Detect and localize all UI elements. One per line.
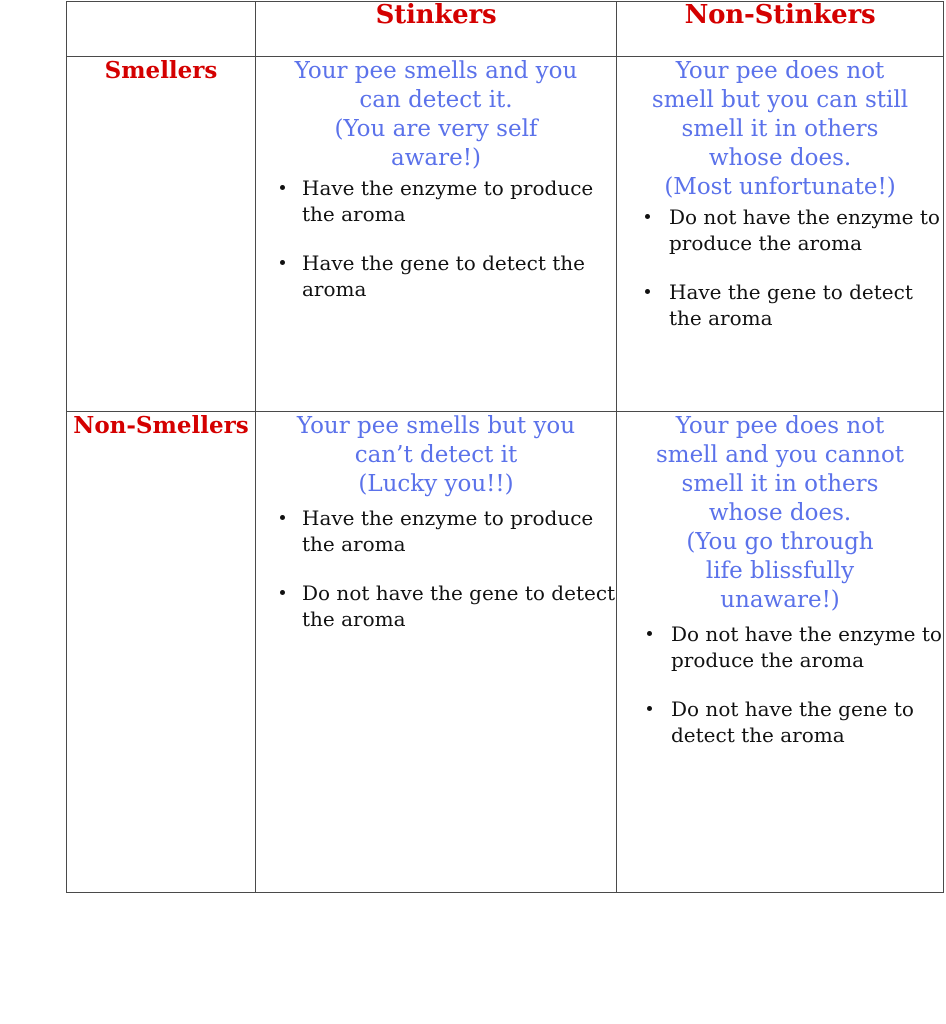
summary-line: aware!) [391,144,481,171]
summary-line: can’t detect it [354,441,518,468]
summary-line: smell it in others [681,115,879,142]
summary-line: unaware!) [720,586,840,613]
table-row-non-smellers: Non-Smellers Your pee smells but you can… [66,411,944,893]
bullet-dot-icon [645,289,650,295]
table-header-row: Stinkers Non-Stinkers [66,1,944,57]
row-header-smellers: Smellers [66,56,256,412]
summary-line: Your pee does not [675,413,885,439]
list-item: Do not have the enzyme to produce the ar… [617,204,943,257]
list-item-label: Do not have the enzyme to produce the ar… [671,621,942,673]
bullet-dot-icon [280,185,285,191]
table-corner-cell [66,1,256,57]
summary-line: smell but you can still [651,86,909,113]
page-root: Stinkers Non-Stinkers Smellers Your pee … [0,0,946,1024]
list-item-label: Have the gene to detect the aroma [669,279,913,331]
bullet-dot-icon [645,214,650,220]
summary-line: Your pee does not [675,58,885,84]
cell-bullet-list: Do not have the enzyme to produce the ar… [617,204,943,332]
list-item: Have the enzyme to produce the aroma [256,175,616,228]
summary-line: can detect it. [359,86,513,113]
summary-line: Your pee smells and you [294,58,578,84]
column-header-non-stinkers: Non-Stinkers [616,1,944,57]
list-item: Have the gene to detect the aroma [617,279,943,332]
cell-non-smellers-non-stinkers: Your pee does not smell and you cannot s… [616,411,944,893]
row-header-non-smellers: Non-Smellers [66,411,256,893]
cell-bullet-list: Have the enzyme to produce the aroma Do … [256,505,616,633]
list-item-label: Have the enzyme to produce the aroma [302,175,594,227]
table-row-smellers: Smellers Your pee smells and you can det… [66,56,944,412]
cell-summary: Your pee smells and you can detect it. (… [256,57,616,173]
list-item: Do not have the enzyme to produce the ar… [617,621,943,674]
cell-bullet-list: Have the enzyme to produce the aroma Hav… [256,175,616,303]
summary-line: whose does. [708,144,852,171]
list-item-label: Do not have the gene to detect the aroma [302,580,616,632]
list-item-label: Do not have the enzyme to produce the ar… [669,204,940,256]
summary-line: (You go through [686,528,874,555]
summary-line: life blissfully [705,557,855,584]
summary-line: (Most unfortunate!) [664,173,896,200]
summary-line: Your pee smells but you [296,413,576,439]
bullet-dot-icon [280,515,285,521]
list-item: Do not have the gene to detect the aroma [617,696,943,749]
cell-smellers-stinkers: Your pee smells and you can detect it. (… [255,56,617,412]
list-item-label: Do not have the gene to detect the aroma [671,696,914,747]
summary-line: smell and you cannot [655,441,905,468]
list-item-label: Have the enzyme to produce the aroma [302,505,594,557]
bullet-dot-icon [647,705,652,711]
list-item-label: Have the gene to detect the aroma [302,250,585,302]
bullet-dot-icon [647,631,652,637]
cell-summary: Your pee smells but you can’t detect it … [256,412,616,499]
summary-line: smell it in others [681,470,879,497]
cell-smellers-non-stinkers: Your pee does not smell but you can stil… [616,56,944,412]
list-item: Have the enzyme to produce the aroma [256,505,616,558]
cell-summary: Your pee does not smell and you cannot s… [617,412,943,615]
column-header-stinkers: Stinkers [255,1,617,57]
list-item: Do not have the gene to detect the aroma [256,580,616,633]
genotype-punnett-table: Stinkers Non-Stinkers Smellers Your pee … [66,1,944,893]
cell-bullet-list: Do not have the enzyme to produce the ar… [617,621,943,749]
bullet-dot-icon [280,590,285,596]
cell-non-smellers-stinkers: Your pee smells but you can’t detect it … [255,411,617,893]
summary-line: (You are very self [334,115,538,142]
cell-summary: Your pee does not smell but you can stil… [617,57,943,202]
summary-line: (Lucky you!!) [358,470,514,497]
list-item: Have the gene to detect the aroma [256,250,616,303]
summary-line: whose does. [708,499,852,526]
bullet-dot-icon [280,260,285,266]
